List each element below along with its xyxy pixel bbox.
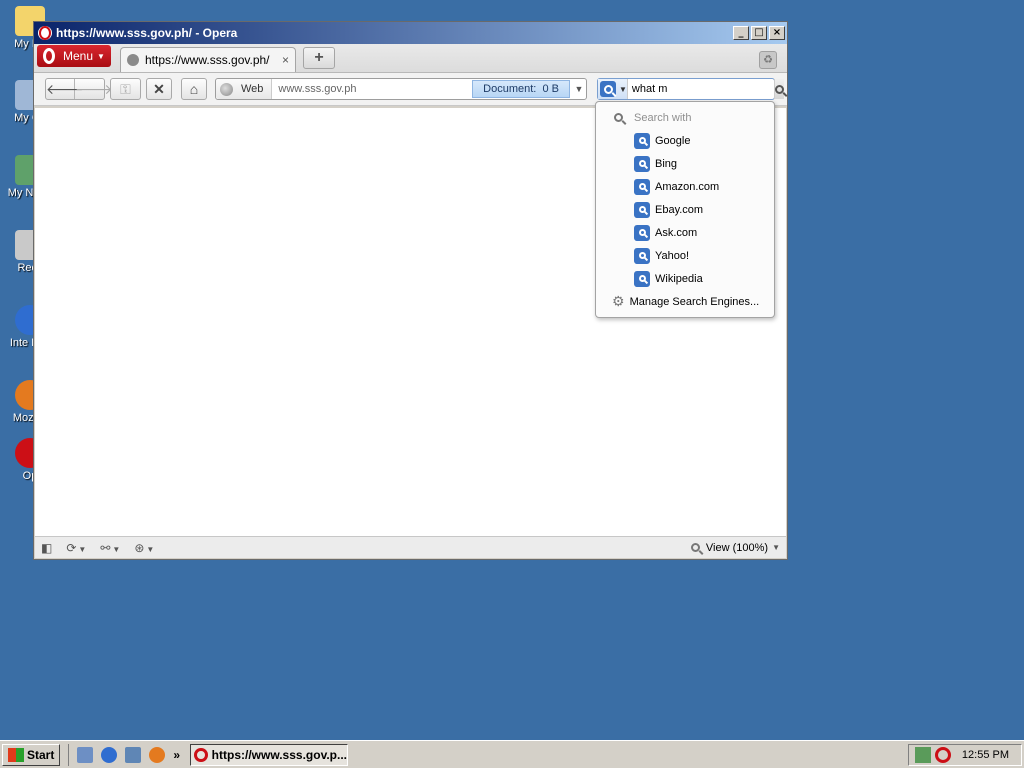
- manage-search-engines[interactable]: ⚙ Manage Search Engines...: [596, 290, 774, 313]
- search-box[interactable]: ▼: [597, 78, 784, 100]
- gear-icon: ⚙: [612, 293, 625, 309]
- engine-ask[interactable]: Ask.com: [596, 221, 774, 244]
- search-icon: [774, 84, 784, 94]
- wand-key-button[interactable]: ⚿: [111, 79, 140, 99]
- internet-explorer-icon[interactable]: [101, 746, 118, 763]
- forward-button[interactable]: 🡒: [75, 79, 113, 99]
- engine-amazon[interactable]: Amazon.com: [596, 175, 774, 198]
- show-desktop-icon[interactable]: [77, 746, 94, 763]
- globe-icon: [220, 82, 233, 96]
- taskbar-button-opera[interactable]: https://www.sss.gov.p...: [190, 743, 349, 766]
- turbo-icon[interactable]: ⊛ ▼: [134, 541, 154, 555]
- search-engine-dropdown: Search with Google Bing Amazon.com Ebay.…: [595, 101, 775, 318]
- opera-logo-icon: [43, 48, 55, 64]
- document-size: 0 B: [542, 83, 559, 95]
- opera-tray-icon[interactable]: [935, 746, 951, 763]
- start-button[interactable]: Start: [2, 743, 61, 766]
- tray-app-icon[interactable]: [915, 746, 931, 763]
- engine-wikipedia[interactable]: Wikipedia: [596, 267, 774, 290]
- engine-label: Ebay.com: [655, 203, 704, 216]
- window-title: https://www.sss.gov.ph/ - Opera: [56, 26, 238, 40]
- search-engine-icon: [634, 132, 650, 149]
- panel-toggle-icon[interactable]: ◧: [41, 541, 52, 555]
- url-text[interactable]: www.sss.gov.ph: [272, 83, 472, 95]
- address-dropdown-icon[interactable]: ▼: [572, 84, 586, 94]
- opera-logo-icon: [38, 26, 52, 40]
- system-tray: 12:55 PM: [908, 743, 1022, 766]
- engine-bing[interactable]: Bing: [596, 152, 774, 175]
- engine-label: Amazon.com: [655, 180, 720, 193]
- zoom-icon: [690, 543, 700, 552]
- windows-logo-icon: [8, 747, 24, 762]
- web-label: Web: [241, 83, 264, 95]
- tab-sss[interactable]: https://www.sss.gov.ph/ ×: [120, 47, 296, 72]
- search-engine-selector[interactable]: ▼: [598, 79, 628, 99]
- engine-label: Google: [655, 134, 691, 147]
- favicon-icon: [127, 54, 139, 66]
- document-label: Document:: [483, 83, 537, 95]
- home-button[interactable]: ⌂: [181, 78, 207, 100]
- windows-explorer-icon[interactable]: [125, 746, 142, 763]
- trash-icon[interactable]: ♻: [759, 51, 777, 69]
- back-button[interactable]: 🡐: [46, 79, 84, 99]
- search-input[interactable]: [627, 80, 774, 98]
- clock: 12:55 PM: [961, 748, 1009, 761]
- start-label: Start: [27, 747, 55, 762]
- web-badge[interactable]: Web: [216, 79, 273, 99]
- dropdown-header-label: Search with: [634, 111, 692, 124]
- search-engine-icon: [634, 178, 650, 195]
- sync-icon[interactable]: ⟳ ▼: [66, 541, 86, 555]
- search-engine-icon: [634, 270, 650, 287]
- new-tab-button[interactable]: +: [303, 47, 335, 69]
- wand-group: ⚿: [110, 78, 141, 100]
- engine-label: Ask.com: [655, 226, 698, 239]
- quick-launch: »: [68, 743, 184, 766]
- engine-label: Yahoo!: [655, 249, 690, 262]
- tab-bar: Menu ▼ https://www.sss.gov.ph/ × + ♻: [34, 44, 787, 72]
- search-engine-icon: [600, 81, 616, 97]
- status-bar: ◧ ⟳ ▼ ⚯ ▼ ⊛ ▼ View (100%) ▼: [35, 536, 786, 558]
- stop-button[interactable]: ✕: [146, 78, 172, 100]
- opera-menu-button[interactable]: Menu ▼: [37, 45, 111, 67]
- quick-launch-more-icon[interactable]: »: [173, 748, 180, 762]
- chevron-down-icon: ▼: [772, 543, 780, 552]
- address-bar[interactable]: Web www.sss.gov.ph Document: 0 B ▼: [215, 78, 587, 100]
- document-size-badge: Document: 0 B: [472, 80, 570, 98]
- engine-ebay[interactable]: Ebay.com: [596, 198, 774, 221]
- history-buttons: 🡐 🡒: [45, 78, 113, 100]
- tab-close-icon[interactable]: ×: [282, 53, 289, 67]
- minimize-button[interactable]: _: [733, 26, 749, 40]
- opera-logo-icon: [194, 747, 208, 762]
- tab-title: https://www.sss.gov.ph/: [145, 53, 270, 67]
- title-bar[interactable]: https://www.sss.gov.ph/ - Opera _ □ ×: [34, 22, 787, 44]
- engine-google[interactable]: Google: [596, 129, 774, 152]
- chevron-down-icon: ▼: [619, 84, 627, 94]
- taskbar: Start » https://www.sss.gov.p... 12:55 P…: [0, 740, 1024, 768]
- taskbar-button-label: https://www.sss.gov.p...: [211, 747, 348, 762]
- search-engine-icon: [634, 247, 650, 264]
- engine-yahoo[interactable]: Yahoo!: [596, 244, 774, 267]
- zoom-label: View (100%): [705, 541, 769, 554]
- chevron-down-icon: ▼: [97, 51, 105, 61]
- search-engine-icon: [634, 201, 650, 218]
- engine-label: Bing: [655, 157, 678, 170]
- menu-label: Menu: [63, 49, 94, 63]
- dropdown-header: Search with: [596, 106, 774, 129]
- firefox-icon[interactable]: [149, 746, 166, 763]
- manage-label: Manage Search Engines...: [629, 295, 760, 308]
- search-engine-icon: [634, 155, 650, 172]
- engine-label: Wikipedia: [655, 272, 703, 285]
- search-go-button[interactable]: [773, 79, 784, 99]
- share-icon[interactable]: ⚯ ▼: [100, 541, 120, 555]
- maximize-button[interactable]: □: [751, 26, 767, 40]
- search-engine-icon: [634, 224, 650, 241]
- close-button[interactable]: ×: [769, 26, 785, 40]
- search-icon: [614, 113, 623, 122]
- zoom-control[interactable]: View (100%) ▼: [690, 541, 780, 554]
